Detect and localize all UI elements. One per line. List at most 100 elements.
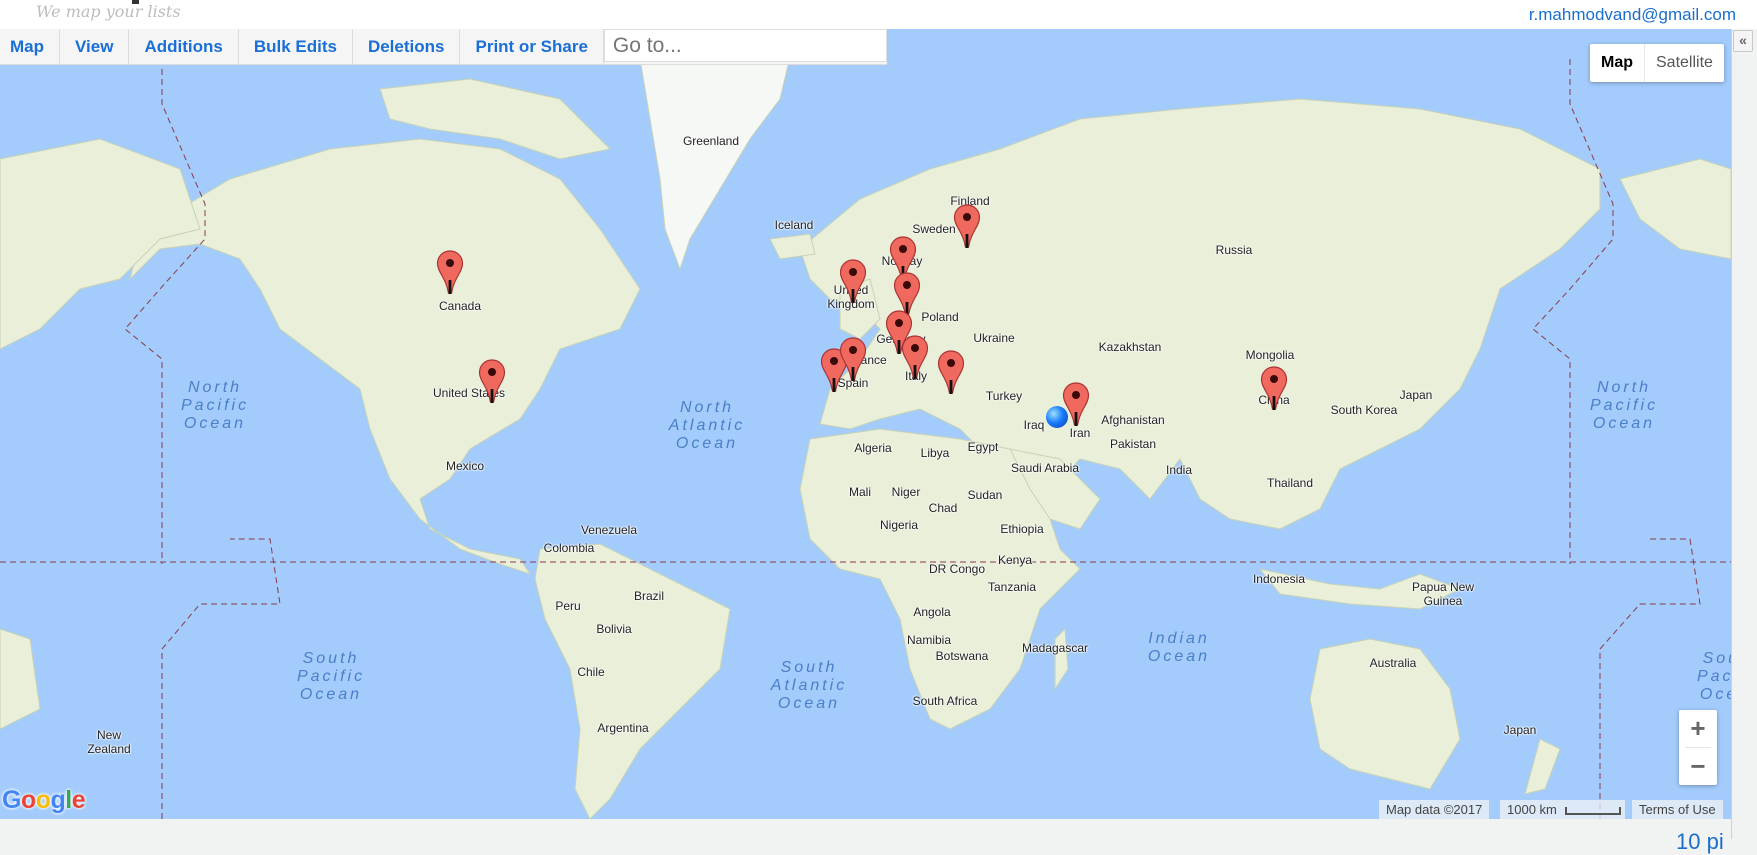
logo-letter: G (2, 786, 21, 814)
country-label: Canada (438, 299, 482, 313)
map-pin-italy[interactable] (901, 335, 929, 379)
dateline-left (124, 59, 206, 564)
logo-letter: e (71, 786, 86, 814)
map-pin-china[interactable] (1260, 366, 1288, 410)
country-label: Iraq (1023, 418, 1045, 432)
land-iceland (769, 233, 816, 260)
scale-label: 1000 km (1507, 802, 1557, 817)
country-label: Sweden (912, 222, 956, 236)
ocean-label: South Pacific Ocean (1696, 650, 1731, 703)
country-label: South Africa (912, 694, 978, 708)
country-label: Niger (891, 485, 921, 499)
zoom-in-button[interactable]: + (1679, 710, 1717, 747)
country-label: Ethiopia (1000, 522, 1044, 536)
land-new-zealand (1524, 738, 1561, 795)
map-pin-united-kingdom[interactable] (839, 259, 867, 303)
footer-pin-count: 10 pi (1676, 829, 1724, 854)
country-label: DR Congo (928, 562, 986, 576)
land-madagascar (1054, 627, 1069, 691)
map-pin-icon (953, 204, 981, 248)
country-label: Thailand (1266, 476, 1314, 490)
logo-letter: g (50, 786, 66, 814)
country-label: Saudi Arabia (1010, 461, 1080, 475)
map-pin-icon (436, 250, 464, 294)
country-label: Afghanistan (1101, 413, 1165, 427)
current-location-marker[interactable] (1046, 406, 1068, 428)
map-pin-canada[interactable] (436, 250, 464, 294)
map-pin-icon (937, 350, 965, 394)
country-label: Chile (577, 665, 605, 679)
map-pin-icon (839, 337, 867, 381)
land-south-america (534, 543, 731, 819)
terms-of-use-link[interactable]: Terms of Use (1632, 800, 1723, 819)
country-label: Poland (921, 310, 959, 324)
zoom-out-button[interactable]: − (1679, 748, 1717, 785)
map-pin-finland[interactable] (953, 204, 981, 248)
tab-deletions[interactable]: Deletions (353, 29, 461, 64)
country-label: Bolivia (596, 622, 632, 636)
country-label: Turkey (985, 389, 1023, 403)
country-label: South Korea (1330, 403, 1398, 417)
country-label: Greenland (682, 134, 740, 148)
ocean-label: North Atlantic Ocean (668, 399, 746, 452)
dateline-right (1532, 59, 1614, 564)
country-label: Namibia (906, 633, 952, 647)
tab-map[interactable]: Map (0, 29, 60, 64)
map-pin-greece[interactable] (937, 350, 965, 394)
tab-print-or-share[interactable]: Print or Share (460, 29, 604, 64)
main-toolbar: Map View Additions Bulk Edits Deletions … (0, 29, 887, 65)
country-label: Mexico (445, 459, 485, 473)
country-label: Pakistan (1109, 437, 1157, 451)
map-pin-united-states[interactable] (478, 359, 506, 403)
tab-bulk-edits[interactable]: Bulk Edits (239, 29, 353, 64)
country-label: Peru (555, 599, 581, 613)
map-type-satellite-button[interactable]: Satellite (1645, 44, 1724, 82)
country-label: Algeria (854, 441, 892, 455)
basemap (0, 56, 1731, 819)
land-north-america-right (1619, 158, 1731, 260)
map-pin-icon (839, 259, 867, 303)
ocean-label: Indian Ocean (1147, 630, 1211, 665)
country-label: Kenya (997, 553, 1033, 567)
country-label: Iran (1069, 426, 1091, 440)
country-label: Japan (1399, 388, 1433, 402)
ocean-label: North Pacific Ocean (1589, 379, 1659, 432)
scale-ruler-icon (1564, 806, 1621, 815)
tab-additions[interactable]: Additions (129, 29, 239, 64)
country-label: Tanzania (987, 580, 1037, 594)
country-label: Venezuela (580, 523, 638, 537)
map-type-control: Map Satellite (1590, 44, 1724, 82)
map-canvas[interactable]: GreenlandIcelandFinlandSwedenNorwayRussi… (0, 29, 1731, 819)
country-label: Botswana (935, 649, 989, 663)
map-pin-icon (478, 359, 506, 403)
ocean-label: North Pacific Ocean (180, 379, 250, 432)
header: We map your lists r.mahmodvand@gmail.com (0, 0, 1757, 29)
goto-search-input[interactable] (603, 29, 887, 62)
collapse-sidebar-button[interactable]: « (1733, 30, 1753, 52)
country-label: Sudan (967, 488, 1003, 502)
map-data-attribution: Map data ©2017 (1379, 800, 1490, 819)
google-logo: Google (2, 786, 86, 815)
scale-bar[interactable]: 1000 km (1500, 800, 1625, 819)
country-label: Russia (1215, 243, 1253, 257)
map-pin-spain[interactable] (839, 337, 867, 381)
country-label: Nigeria (879, 518, 919, 532)
country-label: New Zealand (87, 728, 131, 756)
country-label: Japan (1503, 723, 1537, 737)
ocean-label: South Atlantic Ocean (770, 659, 848, 712)
country-label: Iceland (774, 218, 814, 232)
country-label: Papua New Guinea (1411, 580, 1475, 608)
dateline-left-south (161, 538, 281, 819)
land-north-america (129, 138, 641, 575)
zoom-control: + − (1679, 710, 1717, 785)
land-masses (0, 56, 1731, 819)
map-type-map-button[interactable]: Map (1590, 44, 1645, 82)
country-label: Ukraine (973, 331, 1015, 345)
country-label: India (1165, 463, 1193, 477)
account-email-link[interactable]: r.mahmodvand@gmail.com (1529, 5, 1736, 25)
country-label: Australia (1369, 656, 1417, 670)
map-pin-icon (901, 335, 929, 379)
country-label: Mali (848, 485, 872, 499)
ocean-label: South Pacific Ocean (296, 650, 366, 703)
tab-view[interactable]: View (60, 29, 130, 64)
